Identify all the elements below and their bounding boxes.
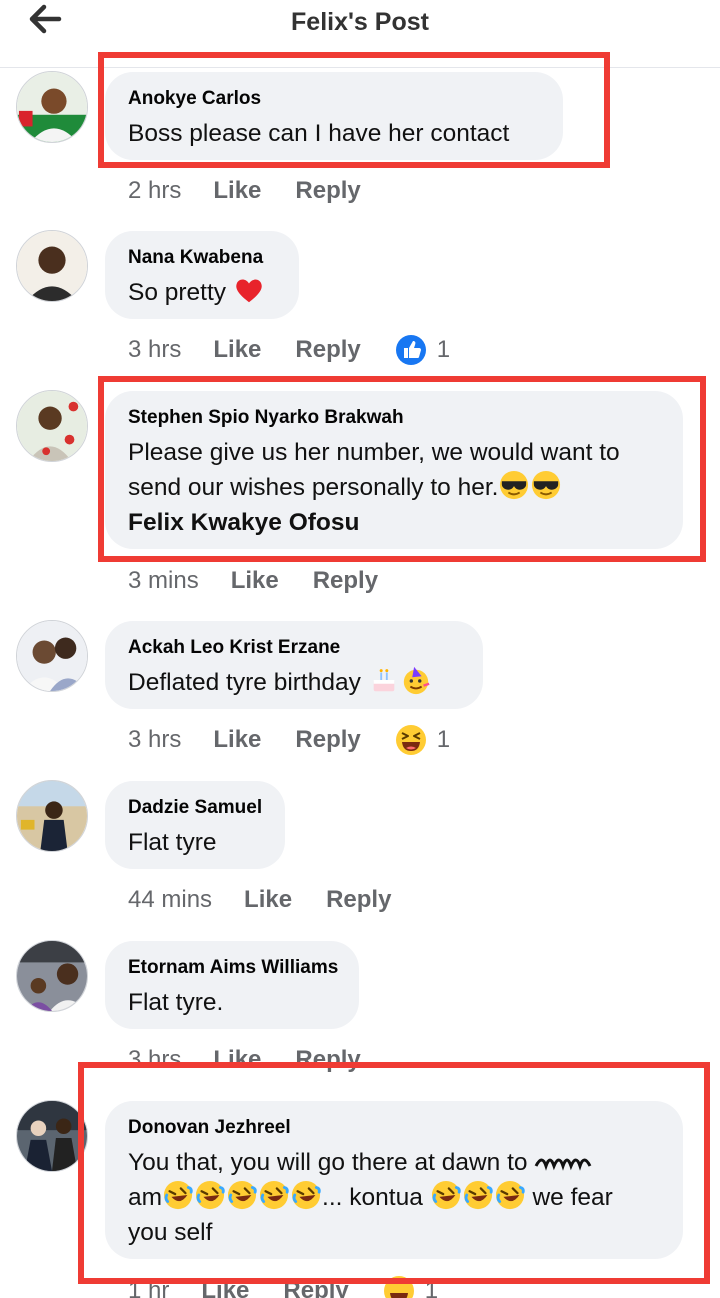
timestamp[interactable]: 44 mins	[128, 886, 212, 914]
rolling-laughing-emoji	[463, 1180, 493, 1210]
thumbs-up-reaction-icon	[395, 334, 427, 366]
comment-text: So pretty	[128, 275, 277, 310]
rolling-laughing-emoji	[291, 1180, 321, 1210]
like-button[interactable]: Like	[213, 1046, 261, 1074]
sunglasses-emoji	[531, 470, 561, 500]
like-button[interactable]: Like	[213, 726, 261, 754]
red-heart-emoji	[234, 275, 264, 305]
reply-button[interactable]: Reply	[283, 1277, 348, 1298]
comment-text-line: ... kontua	[322, 1184, 423, 1211]
comment-bubble: Stephen Spio Nyarko Brakwah Please give …	[105, 391, 683, 549]
comment-author[interactable]: Ackah Leo Krist Erzane	[128, 637, 461, 659]
party-face-emoji	[401, 665, 431, 695]
avatar[interactable]	[16, 390, 88, 462]
reply-button[interactable]: Reply	[295, 336, 360, 364]
avatar[interactable]	[16, 780, 88, 852]
rolling-laughing-emoji	[259, 1180, 289, 1210]
comment-author[interactable]: Nana Kwabena	[128, 247, 277, 269]
comment-bubble: Dadzie Samuel Flat tyre	[105, 781, 285, 869]
laughing-reaction-icon	[383, 1275, 415, 1298]
reaction-count: 1	[424, 1277, 439, 1298]
comment-text: You that, you will go there at dawn to a…	[128, 1145, 661, 1250]
comment-text-content: Deflated tyre birthday	[128, 669, 361, 696]
comment-text-line: am	[128, 1184, 163, 1211]
comment-text-line: You that, you will go there at dawn to	[128, 1149, 528, 1176]
like-button[interactable]: Like	[201, 1277, 249, 1298]
comment-text-line: you self	[128, 1219, 213, 1246]
comment-bubble: Nana Kwabena So pretty	[105, 231, 299, 319]
comment-text: Please give us her number, we would want…	[128, 435, 661, 540]
reaction-count: 1	[436, 726, 451, 753]
rolling-laughing-emoji	[163, 1180, 193, 1210]
reaction-count: 1	[436, 336, 451, 363]
comment-actions: 44 mins Like Reply	[128, 883, 425, 917]
rolling-laughing-emoji	[495, 1180, 525, 1210]
rolling-laughing-emoji	[195, 1180, 225, 1210]
reply-button[interactable]: Reply	[295, 726, 360, 754]
avatar[interactable]	[16, 71, 88, 143]
comment-text: Flat tyre	[128, 829, 217, 856]
comment-text: Boss please can I have her contact	[128, 120, 510, 147]
comment-actions: 3 hrs Like Reply 1	[128, 333, 450, 367]
comment-author[interactable]: Anokye Carlos	[128, 88, 541, 110]
comment-author[interactable]: Stephen Spio Nyarko Brakwah	[128, 407, 661, 429]
comment-bubble: Anokye Carlos Boss please can I have her…	[105, 72, 563, 160]
reply-button[interactable]: Reply	[295, 177, 360, 205]
timestamp[interactable]: 1 hr	[128, 1277, 169, 1298]
laughing-reaction-icon	[395, 724, 427, 756]
birthday-cake-emoji	[369, 665, 399, 695]
rolling-laughing-emoji	[431, 1180, 461, 1210]
reply-button[interactable]: Reply	[295, 1046, 360, 1074]
comment-bubble: Donovan Jezhreel You that, you will go t…	[105, 1101, 683, 1259]
comment-actions: 3 mins Like Reply	[128, 564, 412, 598]
reply-button[interactable]: Reply	[313, 567, 378, 595]
comment-bubble: Etornam Aims Williams Flat tyre.	[105, 941, 359, 1029]
comment-actions: 1 hr Like Reply 1	[128, 1274, 438, 1298]
mention-link[interactable]: Felix Kwakye Ofosu	[128, 505, 661, 540]
avatar[interactable]	[16, 620, 88, 692]
like-button[interactable]: Like	[244, 886, 292, 914]
scribbled-word	[534, 1147, 592, 1171]
comment-text-content: So pretty	[128, 279, 227, 306]
comment-author[interactable]: Dadzie Samuel	[128, 797, 263, 819]
comment-actions: 2 hrs Like Reply	[128, 174, 395, 208]
page-title: Felix's Post	[291, 8, 429, 36]
reaction-summary[interactable]: 1	[395, 724, 450, 756]
comment-author[interactable]: Etornam Aims Williams	[128, 957, 338, 979]
sunglasses-emoji	[499, 470, 529, 500]
rolling-laughing-emoji	[227, 1180, 257, 1210]
top-bar: Felix's Post	[0, 0, 720, 68]
reaction-summary[interactable]: 1	[383, 1275, 438, 1298]
comment-text-line: we fear	[532, 1184, 613, 1211]
avatar[interactable]	[16, 230, 88, 302]
comment-bubble: Ackah Leo Krist Erzane Deflated tyre bir…	[105, 621, 483, 709]
comment-text-line: send our wishes personally to her.	[128, 474, 499, 501]
comment-author[interactable]: Donovan Jezhreel	[128, 1117, 661, 1139]
timestamp[interactable]: 2 hrs	[128, 177, 181, 205]
comment-text: Flat tyre.	[128, 989, 224, 1016]
comment-text-line: Please give us her number, we would want…	[128, 439, 620, 466]
timestamp[interactable]: 3 hrs	[128, 726, 181, 754]
like-button[interactable]: Like	[213, 336, 261, 364]
avatar[interactable]	[16, 940, 88, 1012]
timestamp[interactable]: 3 mins	[128, 567, 199, 595]
timestamp[interactable]: 3 hrs	[128, 1046, 181, 1074]
comment-actions: 3 hrs Like Reply 1	[128, 723, 450, 757]
like-button[interactable]: Like	[213, 177, 261, 205]
reply-button[interactable]: Reply	[326, 886, 391, 914]
avatar[interactable]	[16, 1100, 88, 1172]
comment-actions: 3 hrs Like Reply	[128, 1043, 395, 1077]
like-button[interactable]: Like	[231, 567, 279, 595]
reaction-summary[interactable]: 1	[395, 334, 450, 366]
timestamp[interactable]: 3 hrs	[128, 336, 181, 364]
comment-text: Deflated tyre birthday	[128, 665, 461, 700]
